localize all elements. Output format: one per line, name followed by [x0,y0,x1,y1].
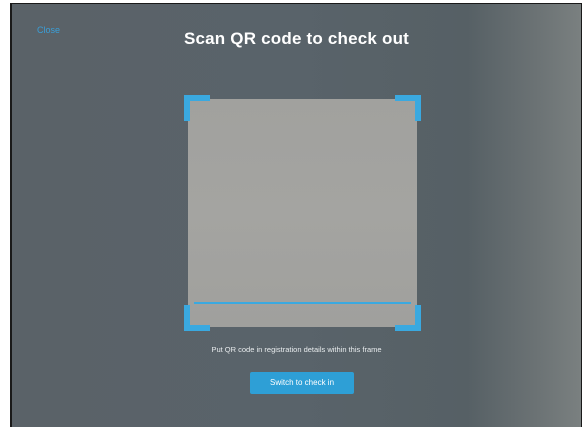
qr-scanner-frame [184,95,421,331]
page-title: Scan QR code to check out [183,29,410,48]
scan-line [194,302,411,304]
frame-corner-top-right [395,95,421,121]
switch-to-check-in-button[interactable]: Switch to check in [250,372,354,394]
camera-viewport [188,99,417,327]
frame-corner-bottom-left [184,305,210,331]
scan-instructions: Put QR code in registration details with… [211,345,382,354]
scanner-screen: Close Scan QR code to check out Put QR c… [10,3,582,427]
frame-corner-bottom-right [395,305,421,331]
frame-corner-top-left [184,95,210,121]
